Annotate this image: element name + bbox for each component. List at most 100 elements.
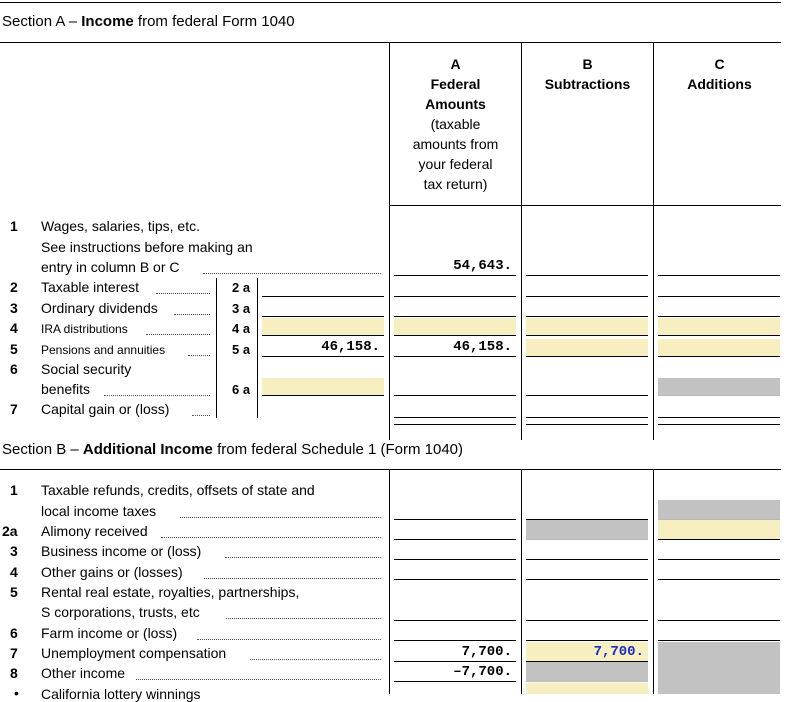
line-3a-field[interactable] [262,299,384,317]
line-5-col-b-field[interactable] [526,339,648,357]
line-4-number: 4 [10,320,18,336]
line-6-label: Social security [41,361,132,377]
section-b-prefix: Section B – [2,441,83,458]
line-3-number: 3 [10,300,18,316]
line-1-leader [203,273,381,274]
b-line-1-label-2: local income taxes [41,503,157,519]
column-a-note-4: tax return) [423,176,488,192]
b-line-5-col-b-field[interactable] [526,603,648,621]
line-5-leader [188,355,210,356]
line-6a-field[interactable] [262,378,384,396]
line-1-label-2: See instructions before making an [41,239,253,255]
b-line-7-col-a-field[interactable]: 7,700. [394,644,516,662]
b-line-7-number: 7 [10,645,18,661]
line-5a-label: 5 a [232,342,251,357]
b-line-4-label: Other gains or (losses) [41,564,183,580]
b-line-8-col-a-field[interactable]: –7,700. [394,664,516,682]
b-line-8-col-b-field [526,662,648,682]
line-4a-label: 4 a [232,321,251,336]
line-2a-label: 2 a [232,280,251,295]
b-line-8-col-a-value: –7,700. [453,664,512,680]
b-line-8a-col-b-field[interactable] [526,683,648,694]
b-line-6-col-b-field[interactable] [526,623,648,641]
line-4-leader [146,334,210,335]
section-b-suffix: from federal Schedule 1 (Form 1040) [212,441,464,458]
b-line-5-label: Rental real estate, royalties, partnersh… [41,584,300,600]
line-1-col-a-field[interactable]: 54,643. [394,258,516,276]
column-c-title: Additions [687,76,752,92]
section-b-rule [0,469,781,470]
b-line-5-label-2: S corporations, trusts, etc [41,604,200,620]
b-line-3-col-a-field[interactable] [394,542,516,560]
line-5-col-c-field[interactable] [658,339,780,357]
sub-col-sep [257,278,258,418]
b-line-5-col-a-field[interactable] [394,603,516,621]
line-2-col-b-field[interactable] [526,279,648,297]
section-b-title: Section B – Additional Income from feder… [2,441,463,458]
b-line-3-col-b-field[interactable] [526,542,648,560]
b-line-4-col-a-field[interactable] [394,562,516,580]
line-7-col-a-field[interactable] [394,400,516,418]
line-6-label-2: benefits [41,381,91,397]
column-b-title: Subtractions [544,76,631,92]
line-1-col-a-value: 54,643. [453,258,512,274]
b-line-7-label: Unemployment compensation [41,645,227,661]
b-line-2a-col-c-field[interactable] [658,520,780,540]
b-line-7-col-c-field [658,642,780,694]
line-4-col-a-field[interactable] [394,318,516,336]
column-header-rule [389,205,781,206]
line-1-col-c-field[interactable] [658,258,780,276]
b-line-2a-number: 2a [2,523,18,539]
line-6-col-c-field [658,378,780,396]
b-line-2a-col-b-field [526,520,648,540]
line-1-col-b-field[interactable] [526,258,648,276]
b-line-2a-col-a-field[interactable] [394,522,516,540]
line-7-col-b-field[interactable] [526,400,648,418]
b-line-1-col-c-field [658,500,780,520]
line-4-col-b-field[interactable] [526,318,648,336]
line-3-col-a-field[interactable] [394,299,516,317]
b-line-7-col-b-field[interactable]: 7,700. [526,642,648,662]
col-sep-b [521,42,522,440]
line-1-number: 1 [10,218,18,234]
b-line-5-col-c-field[interactable] [658,603,780,621]
line-6-col-b-field[interactable] [526,378,648,396]
line-2-col-a-field[interactable] [394,279,516,297]
b-line-3-leader [225,557,381,558]
b-line-1-col-a-field[interactable] [394,502,516,520]
line-2-col-c-field[interactable] [658,279,780,297]
line-4a-field[interactable] [262,318,384,336]
line-7-col-c-field[interactable] [658,400,780,418]
line-7-col-b-rule [526,424,648,425]
b-line-6-col-a-field[interactable] [394,623,516,641]
col-sep-b-b [521,469,522,694]
line-6-col-a-field[interactable] [394,378,516,396]
section-a-rule [0,42,781,43]
line-6a-label: 6 a [232,382,251,397]
line-3-col-c-field[interactable] [658,299,780,317]
line-1-label-3: entry in column B or C [41,259,180,275]
b-line-6-label: Farm income or (loss) [41,625,178,641]
line-5a-field[interactable]: 46,158. [262,339,384,357]
line-6-leader [104,395,210,396]
line-3a-label: 3 a [232,301,251,316]
line-7-leader [192,415,210,416]
b-line-4-col-c-field[interactable] [658,562,780,580]
b-line-6-col-c-field[interactable] [658,623,780,641]
line-4-col-c-field[interactable] [658,318,780,336]
b-line-7-leader [250,659,381,660]
b-line-8a-label: California lottery winnings [41,686,201,702]
column-a-note-3: your federal [418,156,493,172]
b-line-3-col-c-field[interactable] [658,542,780,560]
line-2-number: 2 [10,279,18,295]
column-c-header: C Additions [654,54,785,94]
b-line-4-leader [204,578,381,579]
column-a-header: A Federal Amounts (taxable amounts from … [390,54,521,194]
line-2a-field[interactable] [262,279,384,297]
line-5-col-a-field[interactable]: 46,158. [394,339,516,357]
b-line-4-col-b-field[interactable] [526,562,648,580]
b-line-1-col-b-field[interactable] [526,502,648,520]
column-a-note-1: (taxable [430,116,481,132]
line-5-col-a-value: 46,158. [453,339,512,355]
line-3-col-b-field[interactable] [526,299,648,317]
